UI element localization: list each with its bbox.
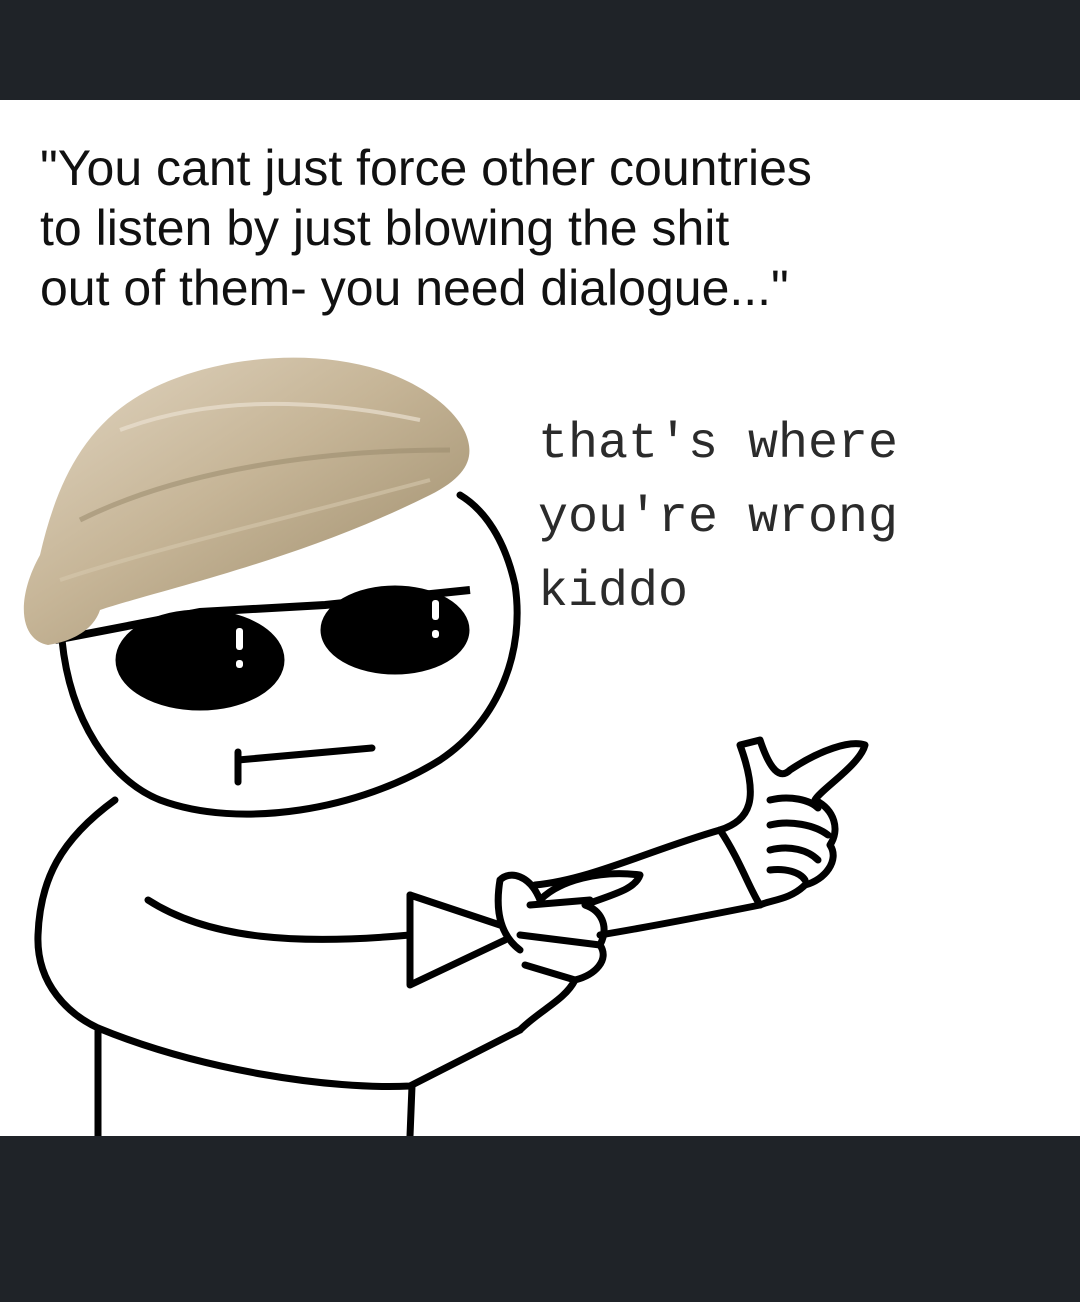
right-wrist	[716, 826, 764, 909]
top-caption: "You cant just force other countries to …	[40, 138, 1040, 318]
right-hand-knuckles	[766, 794, 832, 884]
speech-line-1: that's where	[538, 416, 899, 473]
speech-line-2: you're wrong	[538, 490, 899, 547]
left-hand-fingers	[516, 896, 604, 984]
body-right-side	[406, 1082, 416, 1140]
caption-line-2: to listen by just blowing the shit	[40, 200, 730, 256]
caption-line-3: out of them- you need dialogue..."	[40, 260, 789, 316]
torso-bottom	[94, 1024, 524, 1090]
sunglasses	[54, 585, 471, 711]
mouth-line	[234, 744, 376, 764]
body-outline	[34, 796, 119, 1140]
right-lens	[320, 585, 470, 675]
collar-line	[406, 891, 504, 929]
body-shoulder	[144, 896, 414, 943]
speech-text: that's where you're wrong kiddo	[538, 408, 1058, 630]
upper-arm-bottom	[596, 901, 764, 939]
left-lens	[115, 609, 285, 711]
speech-line-3: kiddo	[538, 564, 689, 621]
bottom-letterbox-bar	[0, 1136, 1080, 1302]
caption-line-1: "You cant just force other countries	[40, 140, 812, 196]
